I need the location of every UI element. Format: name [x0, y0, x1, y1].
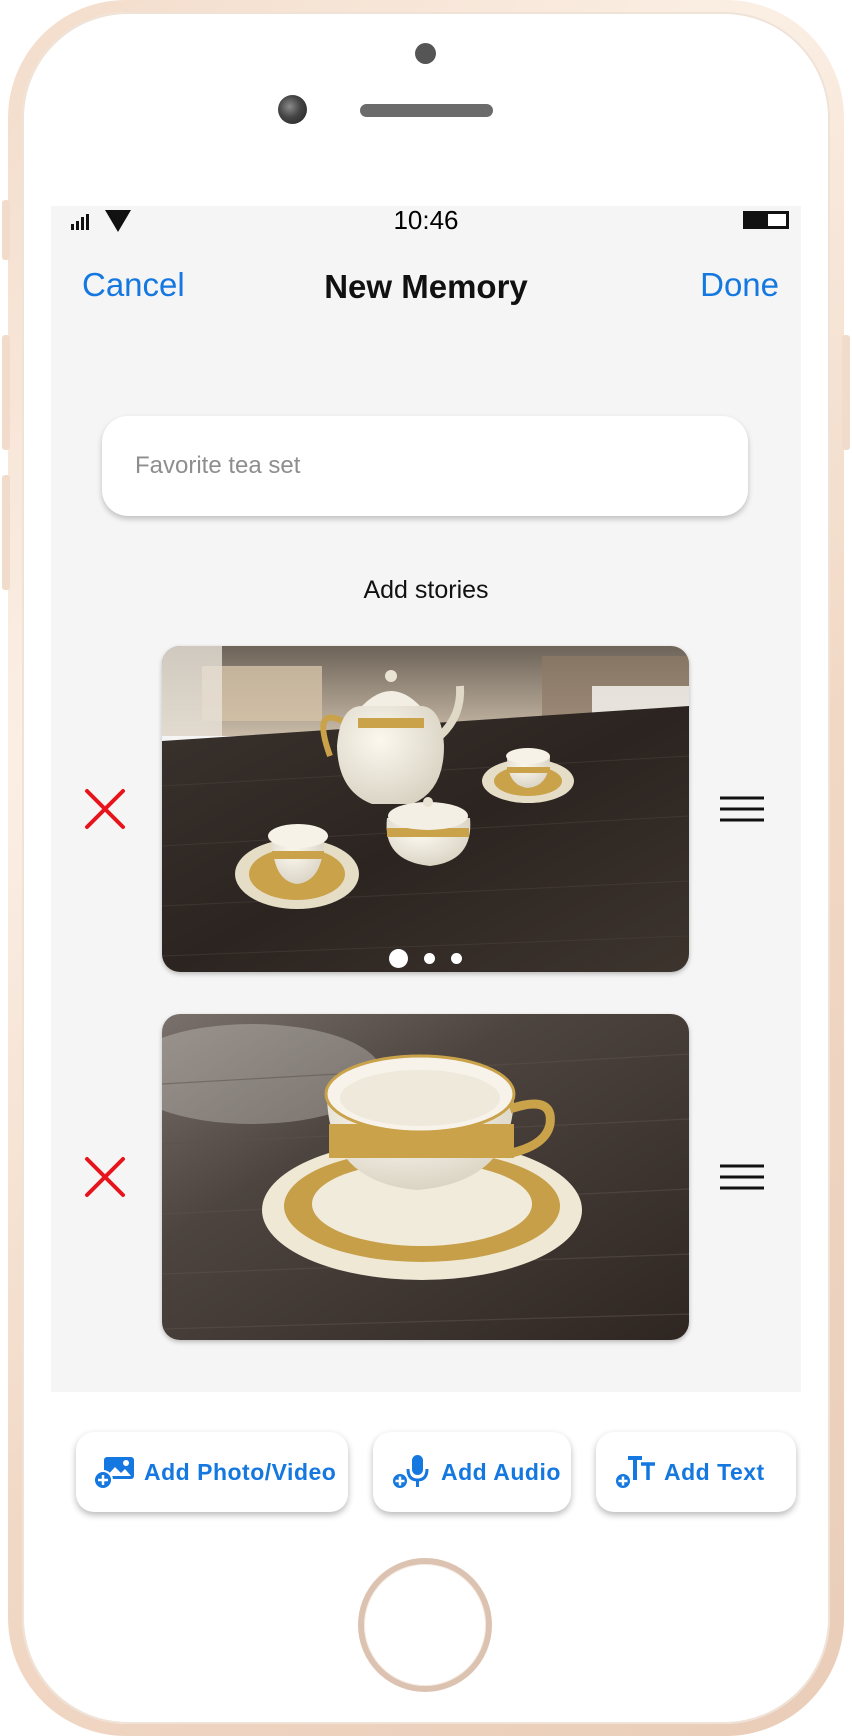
status-bar: 10:46 — [51, 206, 801, 234]
page-dot[interactable] — [424, 953, 435, 964]
front-camera — [278, 95, 307, 124]
add-photo-video-label: Add Photo/Video — [144, 1458, 337, 1485]
close-icon[interactable] — [84, 788, 126, 830]
volume-up-button — [2, 335, 10, 450]
story-item — [51, 646, 801, 972]
proximity-sensor — [415, 43, 436, 64]
teacup-photo — [162, 1014, 689, 1340]
navigation-bar: Cancel New Memory Done — [51, 262, 801, 312]
page-dot[interactable] — [389, 949, 408, 968]
page-dot[interactable] — [451, 953, 462, 964]
carousel-page-indicator[interactable] — [162, 949, 689, 968]
add-photo-icon — [94, 1457, 134, 1489]
add-audio-icon — [391, 1455, 429, 1490]
add-photo-video-button[interactable]: Add Photo/Video — [76, 1432, 348, 1512]
memory-title-input[interactable] — [102, 416, 748, 516]
add-text-button[interactable]: Add Text — [596, 1432, 796, 1512]
story-thumbnail[interactable] — [162, 646, 689, 972]
drag-handle-icon[interactable] — [718, 1162, 766, 1192]
earpiece-speaker — [360, 104, 493, 117]
drag-handle-icon[interactable] — [718, 794, 766, 824]
app-screen: 10:46 Cancel New Memory Done Add stories — [51, 206, 801, 1528]
home-button[interactable] — [358, 1558, 492, 1692]
story-item — [51, 1014, 801, 1340]
story-thumbnail[interactable] — [162, 1014, 689, 1340]
silent-switch — [2, 200, 10, 260]
page-title: New Memory — [324, 268, 528, 305]
status-time: 10:46 — [393, 206, 459, 235]
add-audio-button[interactable]: Add Audio — [373, 1432, 571, 1512]
volume-down-button — [2, 475, 10, 590]
add-text-icon — [614, 1456, 655, 1490]
close-icon[interactable] — [84, 1156, 126, 1198]
add-content-toolbar: Add Photo/Video Add Audio Add Text — [51, 1392, 801, 1528]
done-button[interactable]: Done — [700, 262, 779, 308]
add-stories-label: Add stories — [363, 576, 489, 604]
power-button — [842, 335, 850, 450]
tea-set-photo — [162, 646, 689, 972]
add-audio-label: Add Audio — [441, 1458, 561, 1485]
add-text-label: Add Text — [664, 1458, 765, 1485]
battery-icon — [743, 211, 789, 229]
